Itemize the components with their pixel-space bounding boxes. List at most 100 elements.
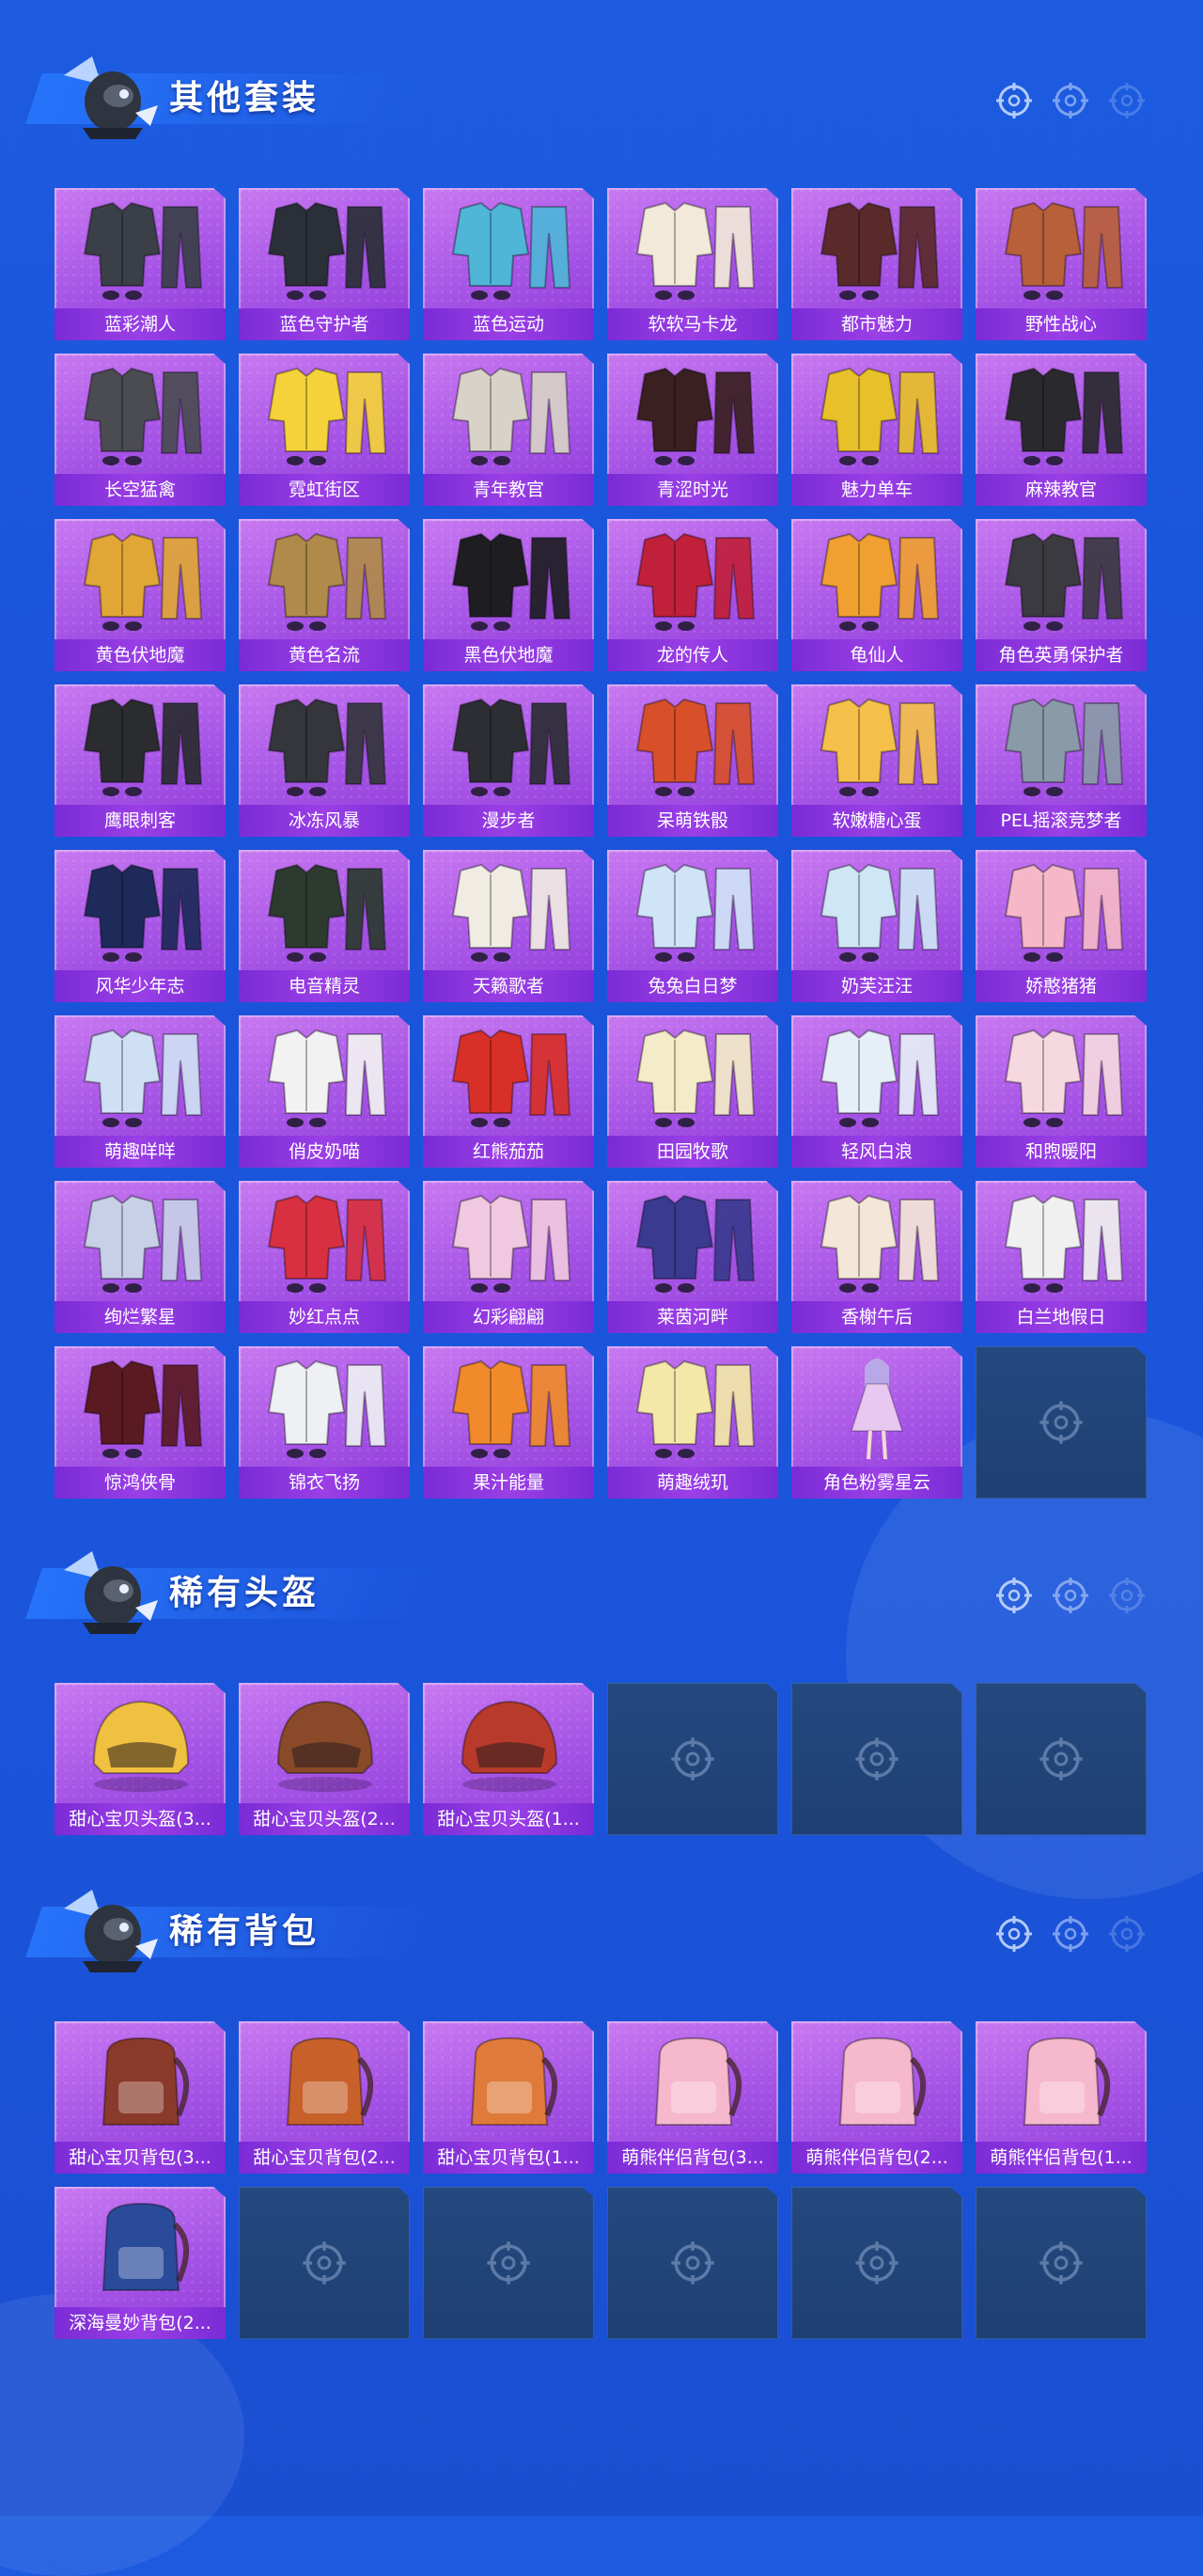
item-tile[interactable]: 甜心宝贝背包(1... bbox=[423, 2021, 594, 2174]
item-tile[interactable]: 兔兔白日梦 bbox=[607, 850, 778, 1002]
character-icon bbox=[850, 1359, 904, 1460]
item-tile[interactable]: 龙的传人 bbox=[607, 519, 778, 671]
item-tile[interactable]: 蓝色守护者 bbox=[239, 188, 410, 340]
item-tile[interactable]: 青年教官 bbox=[423, 353, 594, 506]
item-label: 青年教官 bbox=[423, 474, 594, 506]
item-tile[interactable]: 龟仙人 bbox=[791, 519, 962, 671]
crosshair-icon bbox=[996, 1916, 1032, 1952]
item-tile[interactable]: 幻彩翩翩 bbox=[423, 1181, 594, 1333]
item-tile[interactable]: 蓝彩潮人 bbox=[55, 188, 226, 340]
item-tile[interactable]: 冰冻风暴 bbox=[239, 684, 410, 837]
outfit-icon bbox=[83, 1194, 203, 1293]
item-tile[interactable]: 萌熊伴侣背包(1... bbox=[976, 2021, 1147, 2174]
outfit-icon bbox=[451, 1359, 571, 1458]
outfit-icon bbox=[83, 201, 203, 300]
item-tile[interactable]: 莱茵河畔 bbox=[607, 1181, 778, 1333]
item-tile[interactable]: 甜心宝贝头盔(2... bbox=[239, 1683, 410, 1835]
item-label: 奶芙汪汪 bbox=[791, 970, 962, 1002]
item-tile[interactable]: 软软马卡龙 bbox=[607, 188, 778, 340]
item-tile[interactable]: 软嫩糖心蛋 bbox=[791, 684, 962, 837]
item-tile[interactable]: 天籁歌者 bbox=[423, 850, 594, 1002]
outfit-icon bbox=[451, 863, 571, 962]
outfit-icon bbox=[820, 698, 940, 796]
item-tile[interactable]: 魅力单车 bbox=[791, 353, 962, 506]
item-tile[interactable]: 甜心宝贝背包(3... bbox=[55, 2021, 226, 2174]
item-label: 都市魅力 bbox=[791, 308, 962, 340]
empty-slot bbox=[607, 2187, 778, 2339]
item-tile[interactable]: 风华少年志 bbox=[55, 850, 226, 1002]
item-tile[interactable]: 黄色名流 bbox=[239, 519, 410, 671]
item-tile[interactable]: 白兰地假日 bbox=[976, 1181, 1147, 1333]
item-tile[interactable]: 呆萌铁骰 bbox=[607, 684, 778, 837]
item-tile[interactable]: 萌趣绒玑 bbox=[607, 1346, 778, 1499]
item-tile[interactable]: 角色粉雾星云 bbox=[791, 1346, 962, 1499]
item-tile[interactable]: 深海曼妙背包(2... bbox=[55, 2187, 226, 2339]
item-tile[interactable]: 奶芙汪汪 bbox=[791, 850, 962, 1002]
outfit-icon bbox=[635, 367, 756, 465]
item-tile[interactable]: 黄色伏地魔 bbox=[55, 519, 226, 671]
item-tile[interactable]: 蓝色运动 bbox=[423, 188, 594, 340]
item-label: 鹰眼刺客 bbox=[55, 805, 226, 837]
item-label: 蓝色运动 bbox=[423, 308, 594, 340]
outfit-icon bbox=[83, 698, 203, 796]
item-tile[interactable]: 角色英勇保护者 bbox=[976, 519, 1147, 671]
item-tile[interactable]: 野性战心 bbox=[976, 188, 1147, 340]
item-tile[interactable]: 红熊茄茄 bbox=[423, 1015, 594, 1168]
item-tile[interactable]: 霓虹街区 bbox=[239, 353, 410, 506]
mascot-icon bbox=[64, 56, 158, 139]
item-tile[interactable]: 漫步者 bbox=[423, 684, 594, 837]
outfit-icon bbox=[820, 1029, 940, 1127]
item-label: 妙红点点 bbox=[239, 1301, 410, 1333]
outfit-icon bbox=[451, 1194, 571, 1293]
outfit-icon bbox=[1004, 367, 1124, 465]
item-tile[interactable]: 甜心宝贝背包(2... bbox=[239, 2021, 410, 2174]
item-tile[interactable]: 甜心宝贝头盔(1... bbox=[423, 1683, 594, 1835]
outfit-icon bbox=[451, 698, 571, 796]
item-label: 蓝色守护者 bbox=[239, 308, 410, 340]
crosshair-decoration-group bbox=[994, 1914, 1147, 1954]
item-tile[interactable]: 麻辣教官 bbox=[976, 353, 1147, 506]
item-label: 甜心宝贝头盔(3... bbox=[55, 1803, 226, 1835]
item-label: 萌熊伴侣背包(1... bbox=[976, 2142, 1147, 2174]
item-tile[interactable]: 长空猛禽 bbox=[55, 353, 226, 506]
backpack-icon bbox=[838, 2036, 927, 2126]
section-title: 其他套装 bbox=[169, 79, 320, 118]
empty-slot-crosshair-icon bbox=[671, 1737, 714, 1781]
item-tile[interactable]: 惊鸿侠骨 bbox=[55, 1346, 226, 1499]
item-label: 田园牧歌 bbox=[607, 1136, 778, 1168]
crosshair-icon bbox=[1109, 1916, 1145, 1952]
backpack-icon bbox=[102, 2036, 190, 2126]
item-tile[interactable]: 锦衣飞扬 bbox=[239, 1346, 410, 1499]
item-tile[interactable]: 香榭午后 bbox=[791, 1181, 962, 1333]
item-tile[interactable]: 和煦暖阳 bbox=[976, 1015, 1147, 1168]
item-tile[interactable]: 娇憨猪猪 bbox=[976, 850, 1147, 1002]
outfit-icon bbox=[267, 1194, 387, 1293]
outfit-icon bbox=[267, 1029, 387, 1127]
outfit-icon bbox=[267, 698, 387, 796]
item-label: 甜心宝贝头盔(2... bbox=[239, 1803, 410, 1835]
item-tile[interactable]: 都市魅力 bbox=[791, 188, 962, 340]
helmet-icon bbox=[92, 1700, 190, 1792]
item-tile[interactable]: 田园牧歌 bbox=[607, 1015, 778, 1168]
item-tile[interactable]: 鹰眼刺客 bbox=[55, 684, 226, 837]
item-tile[interactable]: 甜心宝贝头盔(3... bbox=[55, 1683, 226, 1835]
item-label: 甜心宝贝背包(1... bbox=[423, 2142, 594, 2174]
outfit-icon bbox=[820, 201, 940, 300]
item-tile[interactable]: 果汁能量 bbox=[423, 1346, 594, 1499]
item-tile[interactable]: 黑色伏地魔 bbox=[423, 519, 594, 671]
item-tile[interactable]: PEL摇滚竞梦者 bbox=[976, 684, 1147, 837]
item-tile[interactable]: 妙红点点 bbox=[239, 1181, 410, 1333]
item-tile[interactable]: 青涩时光 bbox=[607, 353, 778, 506]
item-tile[interactable]: 电音精灵 bbox=[239, 850, 410, 1002]
item-tile[interactable]: 绚烂繁星 bbox=[55, 1181, 226, 1333]
outfit-icon bbox=[1004, 1029, 1124, 1127]
item-tile[interactable]: 俏皮奶喵 bbox=[239, 1015, 410, 1168]
item-tile[interactable]: 萌趣咩咩 bbox=[55, 1015, 226, 1168]
item-tile[interactable]: 轻风白浪 bbox=[791, 1015, 962, 1168]
outfit-icon bbox=[83, 1359, 203, 1458]
item-label: 麻辣教官 bbox=[976, 474, 1147, 506]
item-label: 呆萌铁骰 bbox=[607, 805, 778, 837]
item-tile[interactable]: 萌熊伴侣背包(2... bbox=[791, 2021, 962, 2174]
item-label: 软软马卡龙 bbox=[607, 308, 778, 340]
item-tile[interactable]: 萌熊伴侣背包(3... bbox=[607, 2021, 778, 2174]
